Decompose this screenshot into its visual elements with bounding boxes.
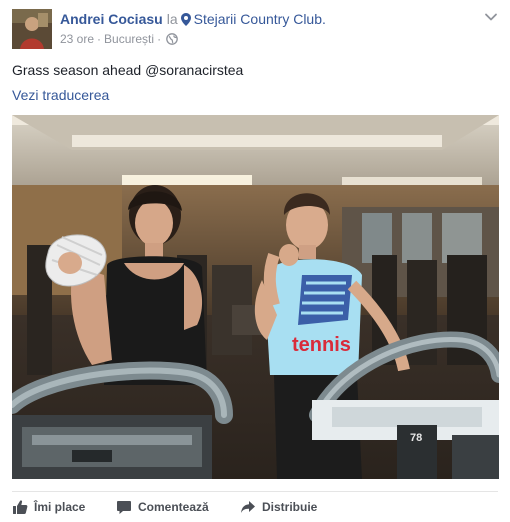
avatar[interactable] (12, 9, 52, 49)
chevron-down-icon[interactable] (484, 10, 498, 24)
like-button[interactable]: Îmi place (12, 497, 85, 517)
actions-divider (12, 491, 498, 492)
shirt-text: tennis (292, 334, 351, 356)
thumbs-up-icon (12, 499, 28, 515)
machine-number: 78 (410, 432, 422, 444)
post-header: Andrei Cociasu la Stejarii Country Club. (60, 10, 326, 30)
share-label: Distribuie (262, 500, 318, 514)
globe-icon[interactable] (166, 33, 178, 49)
share-arrow-icon (240, 499, 256, 515)
post-timestamp[interactable]: 23 ore (60, 32, 94, 46)
post-photo[interactable]: tennis 78 (12, 115, 499, 479)
map-pin-icon (180, 12, 191, 30)
post-meta: 23 ore · București · (60, 31, 178, 49)
post-actions: Îmi place Comentează Distribuie (12, 497, 498, 517)
speech-bubble-icon (116, 499, 132, 515)
see-translation-link[interactable]: Vezi traducerea (12, 86, 109, 104)
like-label: Îmi place (34, 500, 86, 514)
comment-button[interactable]: Comentează (116, 497, 209, 517)
at-label: la (166, 11, 178, 27)
meta-separator: · (157, 32, 162, 46)
feed-post: Andrei Cociasu la Stejarii Country Club. 2… (0, 0, 510, 522)
post-message: Grass season ahead @soranacirstea (12, 62, 244, 78)
post-location[interactable]: București (104, 32, 154, 46)
share-button[interactable]: Distribuie (240, 497, 317, 517)
meta-separator: · (97, 32, 102, 46)
author-name[interactable]: Andrei Cociasu (60, 11, 163, 27)
place-link[interactable]: Stejarii Country Club. (194, 11, 326, 27)
comment-label: Comentează (138, 500, 209, 514)
